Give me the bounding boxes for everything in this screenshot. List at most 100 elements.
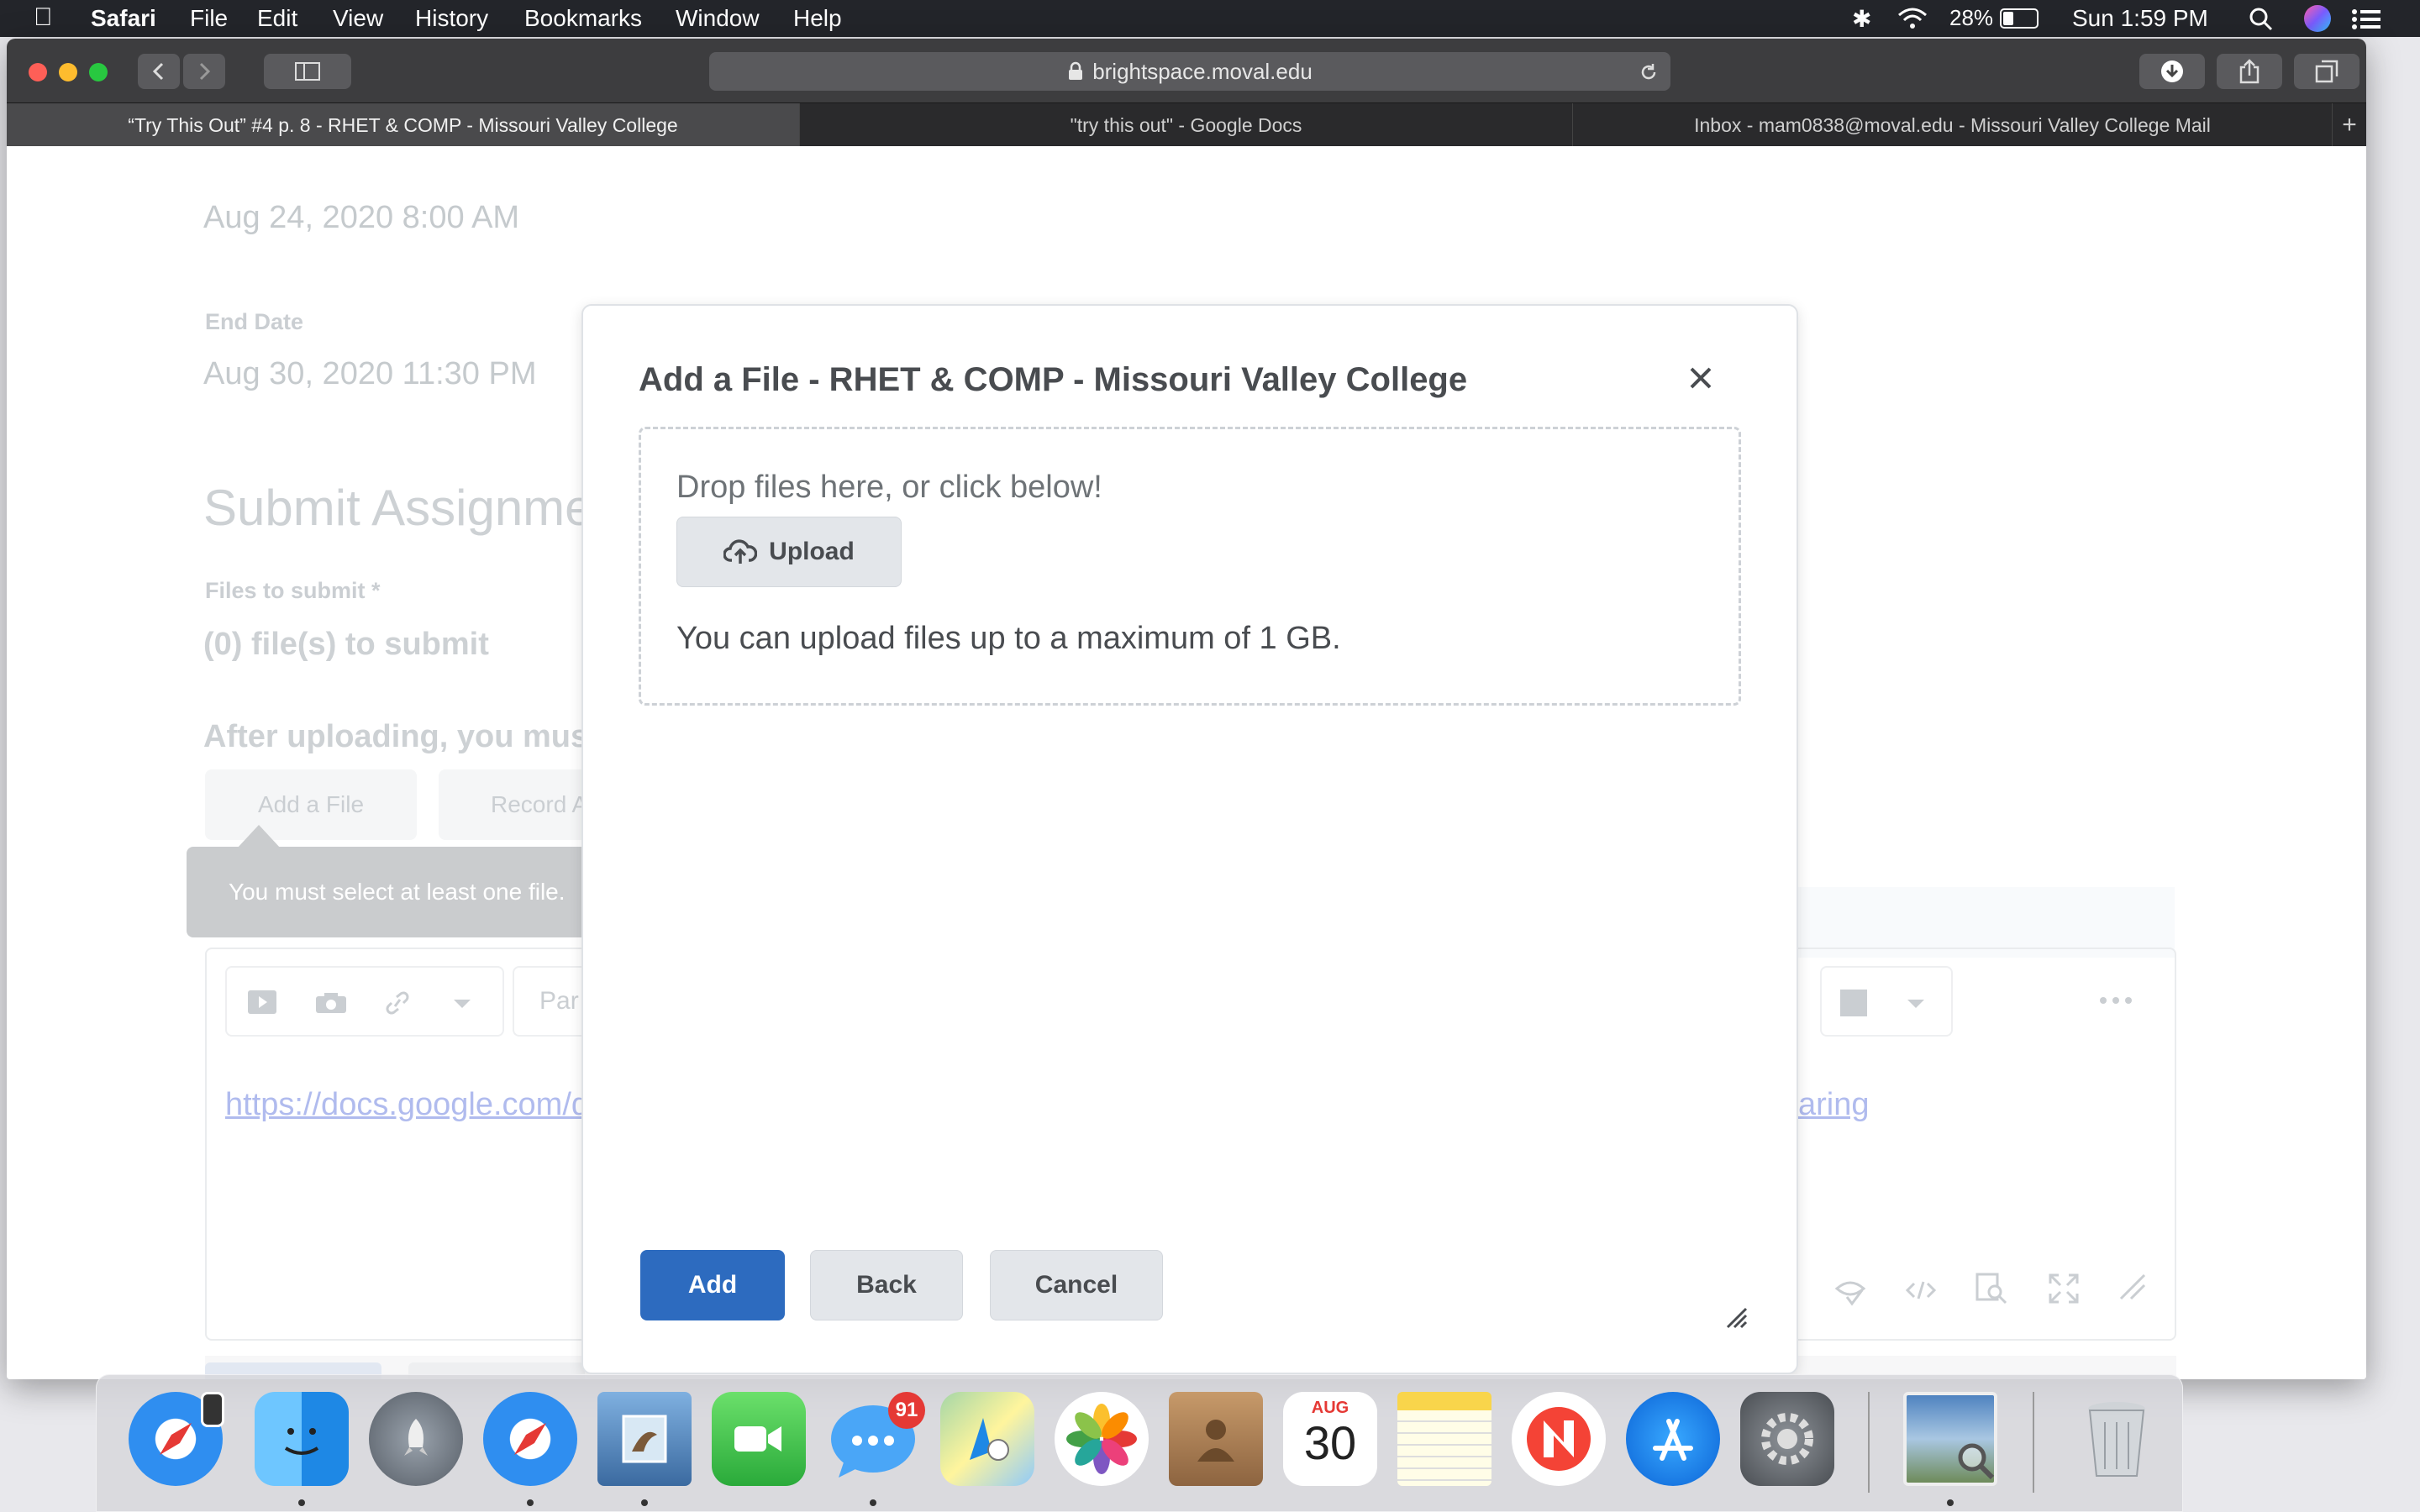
facetime-dock-icon[interactable]: [712, 1392, 806, 1486]
map-pin-icon: [970, 1418, 1009, 1461]
preview-dock-icon[interactable]: [1903, 1392, 1997, 1486]
notes-dock-icon[interactable]: [1397, 1392, 1491, 1486]
back-button[interactable]: Back: [810, 1250, 963, 1320]
calendar-dock-icon[interactable]: AUG 30: [1283, 1392, 1377, 1486]
finder-dock-icon[interactable]: [255, 1392, 349, 1486]
video-camera-icon: [734, 1426, 781, 1452]
tab-bar: “Try This Out” #4 p. 8 - RHET & COMP - M…: [7, 102, 2366, 147]
minimize-window-button[interactable]: [59, 63, 77, 81]
upload-button-label: Upload: [769, 538, 855, 565]
forward-nav-button[interactable]: [183, 54, 225, 89]
battery-icon[interactable]: [2000, 8, 2039, 29]
file-drop-zone[interactable]: Drop files here, or click below! Upload …: [639, 427, 1741, 706]
drop-instructions: Drop files here, or click below!: [676, 470, 1102, 505]
chevron-right-icon: [199, 62, 211, 81]
sidebar-icon: [295, 62, 320, 81]
menu-history[interactable]: History: [415, 5, 488, 32]
news-dock-icon[interactable]: [1512, 1392, 1606, 1486]
system-preferences-dock-icon[interactable]: [1740, 1392, 1834, 1486]
menu-bar:  Safari File Edit View History Bookmark…: [0, 0, 2420, 37]
reload-icon[interactable]: [1639, 62, 1659, 82]
photos-flower-icon: [1066, 1404, 1137, 1474]
news-logo-icon: [1527, 1407, 1591, 1471]
browser-toolbar: brightspace.moval.edu: [7, 39, 2366, 102]
back-nav-button[interactable]: [138, 54, 180, 89]
menu-file[interactable]: File: [190, 5, 228, 32]
add-file-dialog: Add a File - RHET & COMP - Missouri Vall…: [581, 304, 1798, 1374]
app-store-a-icon: [1653, 1419, 1693, 1461]
tab-rhet-comp[interactable]: “Try This Out” #4 p. 8 - RHET & COMP - M…: [7, 103, 800, 147]
dialog-close-button[interactable]: [1679, 356, 1723, 400]
compass-icon: [513, 1422, 547, 1456]
close-window-button[interactable]: [29, 63, 47, 81]
maps-dock-icon[interactable]: [940, 1392, 1034, 1486]
messages-badge: 91: [888, 1392, 925, 1429]
tabs-icon: [2315, 60, 2338, 83]
add-button[interactable]: Add: [640, 1250, 785, 1320]
tab-google-docs[interactable]: "try this out" - Google Docs: [800, 103, 1573, 147]
download-icon: [2161, 60, 2183, 82]
magnifier-icon: [1958, 1443, 1995, 1480]
calendar-day: 30: [1303, 1416, 1357, 1469]
preview-running-dot: [1947, 1499, 1954, 1506]
contacts-dock-icon[interactable]: [1169, 1392, 1263, 1486]
mail-dock-icon[interactable]: [597, 1392, 692, 1486]
mail-running-dot: [641, 1499, 648, 1506]
tab-mail[interactable]: Inbox - mam0838@moval.edu - Missouri Val…: [1573, 103, 2333, 147]
siri-icon[interactable]: [2304, 5, 2331, 32]
assignment-page: Aug 24, 2020 8:00 AM End Date Aug 30, 20…: [7, 146, 2366, 1379]
lock-icon: [1069, 61, 1083, 80]
upload-button[interactable]: Upload: [676, 517, 902, 587]
person-icon: [1197, 1420, 1234, 1462]
new-tab-button[interactable]: +: [2333, 103, 2366, 147]
rocket-icon: [404, 1419, 428, 1456]
safari-dock-icon-2[interactable]: [483, 1392, 577, 1486]
share-button[interactable]: [2217, 54, 2282, 89]
app-store-dock-icon[interactable]: [1626, 1392, 1720, 1486]
eagle-stamp-icon: [622, 1415, 667, 1463]
clock[interactable]: Sun 1:59 PM: [2072, 5, 2208, 32]
cloud-upload-icon: [723, 539, 758, 564]
upload-size-limit: You can upload files up to a maximum of …: [676, 621, 1341, 656]
menu-help[interactable]: Help: [793, 5, 842, 32]
share-icon: [2239, 59, 2260, 84]
trash-icon: [2088, 1402, 2145, 1477]
address-bar[interactable]: brightspace.moval.edu: [709, 52, 1670, 91]
compass-icon: [159, 1422, 192, 1456]
battery-percent: 28%: [1949, 5, 1994, 30]
safari-running-dot: [527, 1499, 534, 1506]
close-icon: [1690, 367, 1712, 389]
messages-running-dot: [870, 1499, 876, 1506]
menu-app-name[interactable]: Safari: [91, 5, 156, 32]
apple-icon[interactable]: : [34, 3, 53, 32]
dialog-resize-icon[interactable]: [1724, 1305, 1748, 1329]
menu-view[interactable]: View: [333, 5, 383, 32]
tab-overview-button[interactable]: [2294, 54, 2360, 89]
menu-edit[interactable]: Edit: [257, 5, 297, 32]
menu-bookmarks[interactable]: Bookmarks: [524, 5, 642, 32]
dock: 91 AUG 30: [96, 1374, 2183, 1512]
photos-dock-icon[interactable]: [1055, 1392, 1149, 1486]
notification-center-icon[interactable]: [2351, 8, 2381, 30]
chevron-left-icon: [152, 62, 164, 81]
safari-window: brightspace.moval.edu “Try This Out” #4 …: [7, 39, 2366, 1379]
bluetooth-icon[interactable]: ✱: [1852, 5, 1871, 33]
downloads-button[interactable]: [2139, 54, 2205, 89]
spotlight-search-icon[interactable]: [2249, 7, 2274, 32]
phone-handoff-icon[interactable]: [201, 1392, 224, 1427]
zoom-window-button[interactable]: [89, 63, 108, 81]
menu-window[interactable]: Window: [676, 5, 760, 32]
gear-icon: [1761, 1413, 1813, 1465]
dialog-title: Add a File - RHET & COMP - Missouri Vall…: [639, 361, 1468, 398]
dock-separator: [1868, 1392, 1870, 1493]
cancel-button[interactable]: Cancel: [990, 1250, 1163, 1320]
dock-separator-2: [2033, 1392, 2034, 1493]
finder-face-icon: [284, 1428, 319, 1455]
launchpad-dock-icon[interactable]: [369, 1392, 463, 1486]
calendar-month: AUG: [1311, 1399, 1349, 1417]
trash-dock-icon[interactable]: [2070, 1392, 2164, 1486]
sidebar-toggle-button[interactable]: [264, 54, 351, 89]
url-text: brightspace.moval.edu: [1092, 58, 1313, 84]
wifi-icon[interactable]: [1896, 7, 1929, 30]
finder-running-dot: [298, 1499, 305, 1506]
